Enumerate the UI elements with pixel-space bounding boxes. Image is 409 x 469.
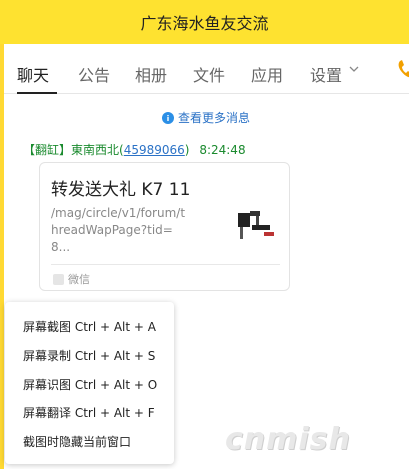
- window-title: 广东海水鱼友交流: [140, 14, 269, 33]
- tab-settings[interactable]: 设置: [310, 62, 342, 86]
- sender-tag: 【翻缸】: [23, 143, 72, 157]
- card-divider: [51, 264, 280, 265]
- menu-item-screen-record[interactable]: 屏幕录制 Ctrl + Alt + S: [23, 347, 155, 364]
- tab-album[interactable]: 相册: [135, 62, 167, 86]
- qq-paren-close: ): [184, 143, 190, 157]
- screenshot-context-menu: 屏幕截图 Ctrl + Alt + A 屏幕录制 Ctrl + Alt + S …: [5, 302, 174, 464]
- menu-item-hide-window[interactable]: 截图时隐藏当前窗口: [23, 433, 131, 450]
- menu-item-screen-recognize[interactable]: 屏幕识图 Ctrl + Alt + O: [23, 376, 157, 393]
- tab-announcement[interactable]: 公告: [78, 62, 110, 86]
- card-source-label: 微信: [68, 273, 90, 286]
- message-header: 【翻缸】東南西北(45989066) 8:24:48: [23, 141, 246, 158]
- menu-item-screenshot[interactable]: 屏幕截图 Ctrl + Alt + A: [23, 318, 156, 335]
- menu-item-screen-translate[interactable]: 屏幕翻译 Ctrl + Alt + F: [23, 404, 155, 421]
- card-thumbnail-image: [238, 211, 274, 239]
- view-more-messages-link[interactable]: 查看更多消息: [162, 109, 250, 126]
- shared-link-card[interactable]: 转发送大礼 K7 11 /mag/circle/v1/forum/threadW…: [39, 162, 290, 291]
- message-time: 8:24:48: [199, 143, 246, 157]
- chevron-down-icon[interactable]: [349, 64, 359, 74]
- info-icon: [162, 111, 174, 124]
- phone-icon[interactable]: [397, 59, 409, 79]
- view-more-label: 查看更多消息: [178, 111, 251, 125]
- wechat-icon: [53, 273, 64, 285]
- tab-bar: 聊天 公告 相册 文件 应用 设置: [4, 44, 409, 94]
- sender-qq-number[interactable]: 45989066: [124, 143, 185, 157]
- tab-chat[interactable]: 聊天: [17, 62, 49, 86]
- active-tab-indicator: [17, 92, 57, 94]
- tab-files[interactable]: 文件: [193, 62, 225, 86]
- tab-apps[interactable]: 应用: [251, 62, 283, 86]
- title-bar: 广东海水鱼友交流: [0, 0, 409, 44]
- card-url: /mag/circle/v1/forum/threadWapPage?tid=8…: [51, 206, 186, 254]
- watermark: cnmish: [225, 422, 351, 457]
- card-title: 转发送大礼 K7 11: [51, 180, 191, 200]
- sender-name[interactable]: 東南西北: [71, 143, 119, 157]
- card-source: 微信: [53, 271, 90, 287]
